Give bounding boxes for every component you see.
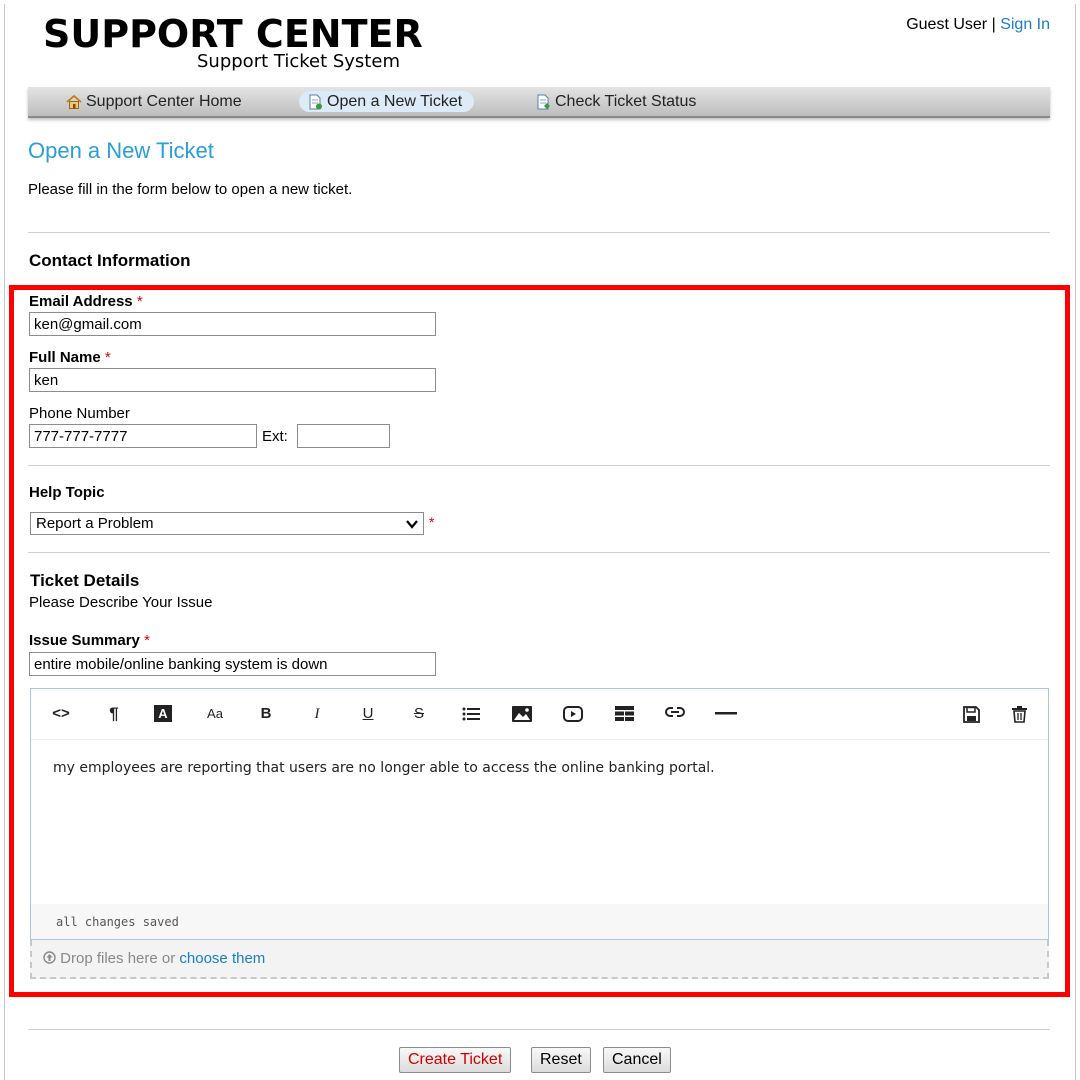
save-draft-button[interactable] bbox=[959, 703, 983, 725]
help-topic-select[interactable]: Report a Problem bbox=[30, 512, 424, 535]
page-title: Open a New Ticket bbox=[28, 138, 214, 163]
full-name-label-text: Full Name bbox=[29, 349, 101, 366]
phone-input[interactable] bbox=[29, 424, 257, 448]
guest-user-label: Guest User bbox=[906, 16, 988, 33]
ticket-status-icon bbox=[537, 94, 550, 110]
insert-video-button[interactable] bbox=[561, 703, 585, 725]
contact-information-heading: Contact Information bbox=[29, 251, 191, 270]
editor-body[interactable]: my employees are reporting that users ar… bbox=[53, 760, 715, 776]
font-color-button[interactable]: A bbox=[151, 703, 175, 725]
html-view-button[interactable]: <> bbox=[49, 703, 73, 725]
save-icon bbox=[962, 706, 980, 723]
separator: | bbox=[991, 16, 996, 33]
dropzone-label: Drop files here or bbox=[60, 950, 176, 967]
ticket-details-subheading: Please Describe Your Issue bbox=[29, 594, 213, 611]
paragraph-button[interactable]: ¶ bbox=[102, 703, 126, 725]
nav-check-ticket-status[interactable]: Check Ticket Status bbox=[527, 91, 696, 112]
page-intro: Please fill in the form below to open a … bbox=[28, 181, 353, 198]
choose-files-link[interactable]: choose them bbox=[179, 950, 265, 967]
email-input[interactable] bbox=[29, 312, 436, 336]
italic-button[interactable]: I bbox=[305, 703, 329, 725]
nav-label: Support Center Home bbox=[86, 93, 242, 110]
divider bbox=[28, 1029, 1050, 1030]
help-topic-heading: Help Topic bbox=[29, 484, 105, 501]
ticket-details-heading: Ticket Details bbox=[30, 571, 140, 590]
bold-button[interactable]: B bbox=[254, 703, 278, 725]
insert-image-button[interactable] bbox=[510, 703, 534, 725]
table-icon bbox=[614, 706, 634, 721]
help-topic-selected: Report a Problem bbox=[36, 515, 154, 532]
nav-label: Open a New Ticket bbox=[327, 93, 463, 110]
list-icon bbox=[462, 707, 480, 721]
logo-title: SUPPORT CENTER bbox=[43, 12, 423, 56]
phone-label: Phone Number bbox=[29, 405, 130, 422]
home-icon bbox=[66, 94, 82, 109]
horizontal-rule-icon bbox=[715, 712, 737, 715]
required-mark: * bbox=[104, 349, 111, 366]
full-name-input[interactable] bbox=[29, 368, 436, 392]
email-label: Email Address * bbox=[29, 293, 143, 310]
user-bar: Guest User | Sign In bbox=[906, 16, 1050, 34]
full-name-label: Full Name * bbox=[29, 349, 111, 366]
font-color-icon: A bbox=[154, 705, 172, 722]
underline-button[interactable]: U bbox=[356, 703, 380, 725]
email-label-text: Email Address bbox=[29, 293, 133, 310]
image-icon bbox=[512, 706, 532, 722]
required-mark: * bbox=[144, 632, 150, 649]
horizontal-rule-button[interactable] bbox=[714, 703, 738, 725]
reset-button[interactable]: Reset bbox=[531, 1047, 591, 1073]
main-nav: Support Center Home Open a New Ticket Ch… bbox=[28, 87, 1050, 118]
required-mark: * bbox=[136, 293, 143, 310]
nav-support-center-home[interactable]: Support Center Home bbox=[58, 91, 242, 112]
divider bbox=[28, 552, 1050, 553]
chevron-down-icon bbox=[406, 520, 418, 529]
divider bbox=[28, 232, 1050, 233]
ext-label: Ext: bbox=[262, 428, 288, 445]
rich-text-editor: <> ¶ A Aa B I U S my employees are repor… bbox=[30, 688, 1049, 940]
list-button[interactable] bbox=[459, 703, 483, 725]
editor-status-bar: all changes saved bbox=[31, 904, 1048, 939]
required-mark: * bbox=[429, 514, 435, 530]
insert-table-button[interactable] bbox=[612, 703, 636, 725]
dropzone-text: Drop files here or choose them bbox=[43, 950, 265, 967]
editor-toolbar: <> ¶ A Aa B I U S bbox=[31, 689, 1048, 740]
site-logo[interactable]: SUPPORT CENTER Support Ticket System bbox=[43, 12, 423, 72]
nav-label: Check Ticket Status bbox=[555, 93, 697, 110]
issue-summary-input[interactable] bbox=[29, 652, 436, 676]
divider bbox=[28, 465, 1050, 466]
strikethrough-button[interactable]: S bbox=[407, 703, 431, 725]
issue-summary-label: Issue Summary * bbox=[29, 632, 150, 649]
file-dropzone[interactable]: Drop files here or choose them bbox=[30, 940, 1049, 979]
link-icon bbox=[665, 707, 685, 717]
create-ticket-button[interactable]: Create Ticket bbox=[399, 1047, 512, 1073]
video-icon bbox=[563, 706, 583, 722]
new-ticket-icon bbox=[309, 94, 322, 110]
trash-icon bbox=[1011, 706, 1027, 723]
logo-subtitle: Support Ticket System bbox=[197, 51, 400, 72]
issue-summary-label-text: Issue Summary bbox=[29, 632, 140, 649]
font-size-button[interactable]: Aa bbox=[203, 703, 227, 725]
insert-link-button[interactable] bbox=[663, 703, 687, 725]
cancel-button[interactable]: Cancel bbox=[603, 1047, 671, 1073]
save-status: all changes saved bbox=[56, 915, 179, 929]
sign-in-link[interactable]: Sign In bbox=[1000, 16, 1050, 33]
nav-open-new-ticket[interactable]: Open a New Ticket bbox=[299, 91, 475, 112]
upload-icon bbox=[43, 951, 56, 964]
delete-draft-button[interactable] bbox=[1007, 703, 1031, 725]
ext-input[interactable] bbox=[297, 424, 390, 448]
